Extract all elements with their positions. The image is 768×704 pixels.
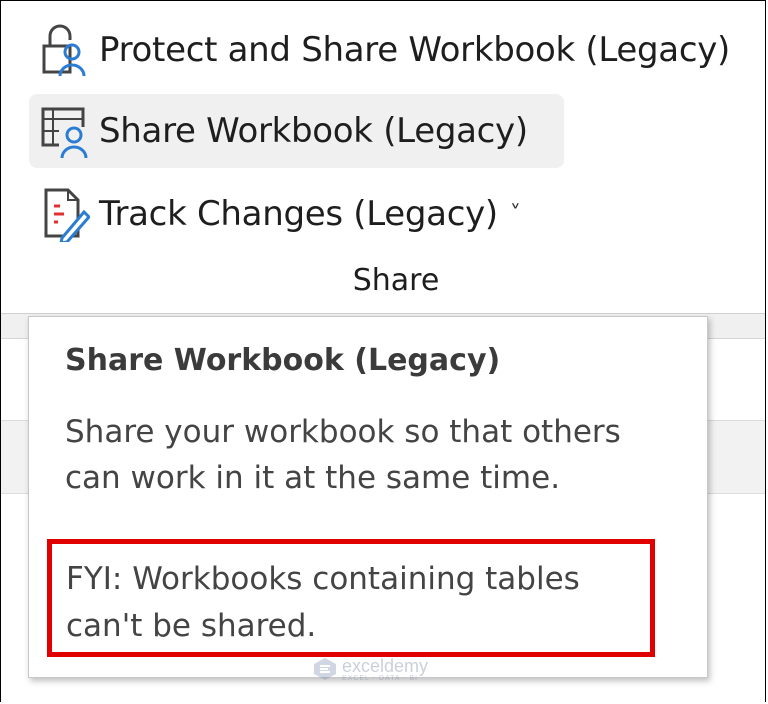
ribbon-share-group: Protect and Share Workbook (Legacy) Shar… — [1, 1, 765, 313]
watermark-name: exceldemy — [342, 655, 429, 676]
share-workbook-label: Share Workbook (Legacy) — [99, 111, 528, 151]
track-changes-button[interactable]: Track Changes (Legacy) ˅ — [29, 177, 521, 251]
exceldemy-logo-icon — [314, 658, 336, 680]
watermark-tagline: EXCEL · DATA · BI — [342, 674, 418, 682]
share-workbook-icon — [37, 103, 93, 159]
track-changes-label: Track Changes (Legacy) — [99, 194, 498, 234]
tooltip-share-workbook: Share Workbook (Legacy) Share your workb… — [28, 316, 708, 678]
exceldemy-watermark: exceldemy EXCEL · DATA · BI — [312, 656, 428, 682]
protect-share-workbook-icon — [37, 22, 93, 78]
tooltip-fyi-note: FYI: Workbooks containing tables can't b… — [66, 561, 580, 644]
protect-share-workbook-button[interactable]: Protect and Share Workbook (Legacy) — [29, 13, 730, 87]
tooltip-title: Share Workbook (Legacy) — [65, 343, 501, 378]
protect-share-workbook-label: Protect and Share Workbook (Legacy) — [99, 30, 731, 70]
fyi-highlight-box: FYI: Workbooks containing tables can't b… — [47, 539, 655, 657]
tooltip-description: Share your workbook so that others can w… — [65, 414, 621, 496]
chevron-down-icon[interactable]: ˅ — [510, 202, 521, 227]
track-changes-icon — [37, 186, 93, 242]
group-label-share: Share — [352, 263, 440, 298]
share-workbook-button[interactable]: Share Workbook (Legacy) — [29, 94, 564, 168]
